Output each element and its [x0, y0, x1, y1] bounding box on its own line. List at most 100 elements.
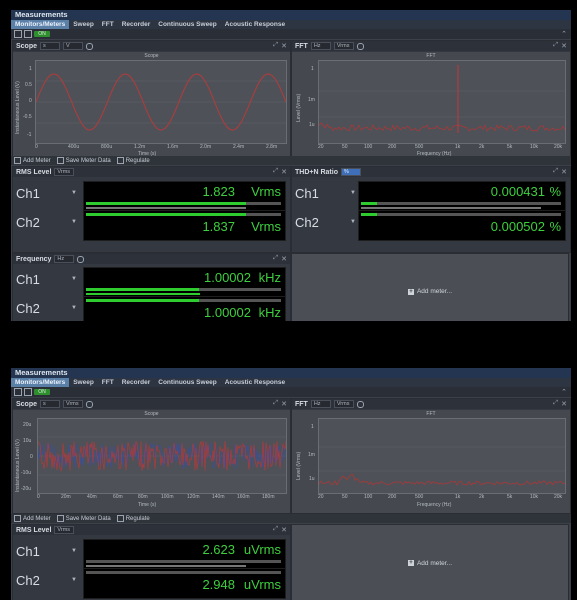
close-icon[interactable]: ✕	[281, 42, 287, 50]
channel-dropdown-icon[interactable]: ▼	[350, 219, 356, 225]
tab-fft[interactable]: FFT	[98, 378, 118, 387]
channel-dropdown-icon[interactable]: ▼	[71, 276, 77, 282]
rms-ch2-display: 1.837 Vrms	[83, 210, 286, 241]
rms-unit-select[interactable]: Vrms	[54, 168, 75, 176]
rms-ch2-display: 2.948 uVrms	[83, 568, 286, 599]
meter-toolbar: Add Meter Save Meter Data Regulate	[11, 156, 571, 165]
tab-acoustic-response[interactable]: Acoustic Response	[221, 378, 289, 387]
grid-icon[interactable]	[24, 388, 32, 396]
tab-recorder[interactable]: Recorder	[118, 378, 155, 387]
rms-ch1-row: Ch1 ▼ 2.623 uVrms	[13, 539, 290, 570]
freq-header: Frequency Hz ⤢ ✕	[13, 254, 290, 264]
tab-sweep[interactable]: Sweep	[69, 378, 98, 387]
scope-y-unit-select[interactable]: Vrms	[63, 400, 84, 408]
rms-ch1-display: 1.823 Vrms	[83, 181, 286, 212]
tab-fft[interactable]: FFT	[98, 20, 118, 29]
plus-icon: +	[407, 288, 414, 295]
y-tick: 0.5	[25, 82, 32, 88]
fft-x-unit-select[interactable]: Hz	[310, 400, 331, 408]
freq-unit-select[interactable]: Hz	[54, 255, 75, 263]
fft-y-unit-select[interactable]: Vrms	[333, 42, 354, 50]
expand-icon[interactable]: ⤢	[273, 42, 278, 49]
add-meter-label: Add meter...	[416, 288, 453, 295]
x-tick: 20k	[554, 494, 563, 500]
layout-icon[interactable]	[14, 388, 22, 396]
regulate-button[interactable]: Regulate	[116, 157, 150, 164]
level-bar-fill	[86, 288, 200, 291]
tab-sweep[interactable]: Sweep	[69, 20, 98, 29]
tab-continuous-sweep[interactable]: Continuous Sweep	[154, 20, 221, 29]
scope-x-unit-select[interactable]: s	[40, 400, 61, 408]
expand-icon[interactable]: ⤢	[273, 526, 278, 533]
channel-dropdown-icon[interactable]: ▼	[71, 305, 77, 311]
expand-icon[interactable]: ⤢	[553, 168, 558, 175]
scope-title: Scope	[16, 42, 38, 50]
expand-icon[interactable]: ⤢	[273, 400, 278, 407]
save-meter-data-button[interactable]: Save Meter Data	[56, 515, 111, 522]
tab-acoustic-response[interactable]: Acoustic Response	[221, 20, 289, 29]
generator-on-toggle[interactable]: ON	[34, 389, 50, 395]
grid-icon[interactable]	[24, 30, 32, 38]
add-meter-button[interactable]: Add Meter	[14, 157, 51, 164]
thd-unit-select[interactable]: %	[340, 168, 361, 176]
add-meter-placeholder[interactable]: + Add meter...	[291, 253, 569, 321]
tab-monitors-meters[interactable]: Monitors/Meters	[11, 378, 70, 387]
expand-icon[interactable]: ⤢	[553, 42, 558, 49]
close-icon[interactable]: ✕	[281, 168, 287, 176]
settings-icon[interactable]	[86, 400, 94, 408]
thd-ch2-display: 0.000502 %	[358, 210, 566, 241]
close-icon[interactable]: ✕	[281, 400, 287, 408]
expand-icon[interactable]: ⤢	[553, 400, 558, 407]
scope-sine-trace	[35, 73, 287, 131]
channel-dropdown-icon[interactable]: ▼	[350, 190, 356, 196]
freq-ch2-row: Ch2 ▼ 1.00002 kHz	[13, 296, 290, 321]
rms-unit-select[interactable]: Vrms	[54, 526, 75, 534]
meter-unit: %	[549, 219, 561, 234]
x-tick: 180m	[262, 494, 275, 500]
collapse-icon[interactable]: ⌃	[561, 30, 567, 38]
fft-title: FFT	[295, 42, 308, 50]
x-tick: 5k	[507, 494, 513, 500]
add-meter-placeholder[interactable]: + Add meter...	[291, 524, 569, 600]
fft-x-unit-select[interactable]: Hz	[310, 42, 331, 50]
settings-icon[interactable]	[86, 42, 94, 50]
scope-y-unit-select[interactable]: V	[63, 42, 84, 50]
y-tick: -1	[27, 132, 32, 138]
channel-dropdown-icon[interactable]: ▼	[71, 548, 77, 554]
channel-dropdown-icon[interactable]: ▼	[71, 577, 77, 583]
rms-ch1-display: 2.623 uVrms	[83, 539, 286, 570]
layout-icon[interactable]	[14, 30, 22, 38]
generator-on-toggle[interactable]: ON	[34, 31, 50, 37]
plus-icon: +	[407, 560, 414, 566]
frequency-meter: Frequency Hz ⤢ ✕ Ch1 ▼ 1.00002 kHz Ch2 ▼	[12, 253, 291, 321]
scope-noise-trace	[37, 436, 287, 476]
y-tick: -0.5	[23, 114, 32, 120]
scope-x-unit-select[interactable]: s	[40, 42, 61, 50]
fft-plot-area	[318, 60, 566, 144]
tab-continuous-sweep[interactable]: Continuous Sweep	[154, 378, 221, 387]
channel-dropdown-icon[interactable]: ▼	[71, 190, 77, 196]
regulate-button[interactable]: Regulate	[116, 515, 150, 522]
meter-value: 1.00002	[204, 270, 251, 285]
add-meter-button[interactable]: Add Meter	[14, 515, 51, 522]
close-icon[interactable]: ✕	[561, 42, 567, 50]
collapse-icon[interactable]: ⌃	[561, 388, 567, 396]
tab-monitors-meters[interactable]: Monitors/Meters	[11, 20, 70, 29]
settings-icon[interactable]	[356, 400, 364, 408]
close-icon[interactable]: ✕	[281, 526, 287, 534]
expand-icon[interactable]: ⤢	[273, 168, 278, 175]
settings-icon[interactable]	[356, 42, 364, 50]
fft-y-unit-select[interactable]: Vrms	[333, 400, 354, 408]
settings-icon[interactable]	[77, 255, 85, 263]
close-icon[interactable]: ✕	[281, 255, 287, 263]
channel-label: Ch1	[16, 544, 40, 559]
channel-label: Ch1	[295, 186, 319, 201]
tab-recorder[interactable]: Recorder	[118, 20, 155, 29]
expand-icon[interactable]: ⤢	[273, 255, 278, 262]
scope-plot-area	[35, 60, 287, 144]
close-icon[interactable]: ✕	[561, 400, 567, 408]
save-meter-data-button[interactable]: Save Meter Data	[56, 157, 111, 164]
fft-title: FFT	[295, 400, 308, 408]
close-icon[interactable]: ✕	[561, 168, 567, 176]
channel-dropdown-icon[interactable]: ▼	[71, 219, 77, 225]
